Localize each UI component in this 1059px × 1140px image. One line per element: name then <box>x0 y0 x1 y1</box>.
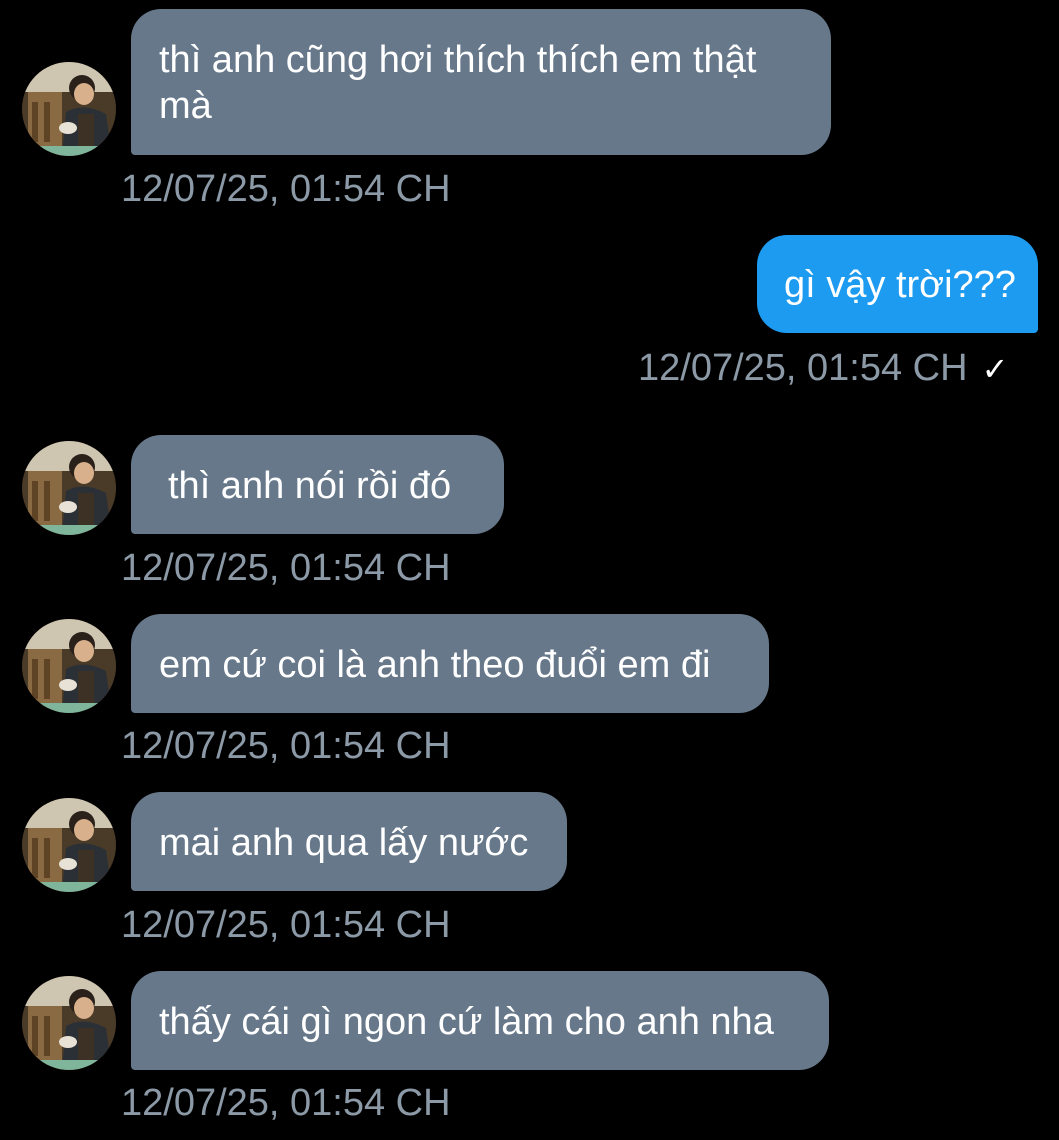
incoming-message-bubble[interactable]: thì anh cũng hơi thích thích em thật mà <box>131 9 831 155</box>
avatar-photo-icon <box>22 976 116 1070</box>
message-text: gì vậy trời??? <box>784 264 1016 306</box>
incoming-message-bubble[interactable]: em cứ coi là anh theo đuổi em đi <box>131 614 769 713</box>
avatar[interactable] <box>22 619 116 713</box>
message-timestamp: 12/07/25, 01:54 CH <box>121 168 451 210</box>
avatar-photo-icon <box>22 798 116 892</box>
message-timestamp: 12/07/25, 01:54 CH <box>638 347 968 389</box>
message-text: thì anh nói rồi đó <box>168 465 452 507</box>
message-timestamp: 12/07/25, 01:54 CH <box>121 1082 451 1124</box>
message-text: em cứ coi là anh theo đuổi em đi <box>159 644 711 686</box>
message-timestamp: 12/07/25, 01:54 CH <box>121 725 451 767</box>
message-timestamp: 12/07/25, 01:54 CH <box>121 904 451 946</box>
check-icon: ✓ <box>981 351 1009 387</box>
message-text: thấy cái gì ngon cứ làm cho anh nha <box>159 1001 774 1043</box>
incoming-message-bubble[interactable]: thì anh nói rồi đó <box>131 435 504 534</box>
avatar[interactable] <box>22 798 116 892</box>
message-timestamp: 12/07/25, 01:54 CH <box>121 547 451 589</box>
avatar-photo-icon <box>22 441 116 535</box>
message-timestamp-row: 12/07/25, 01:54 CH ✓ <box>638 345 1008 392</box>
chat-thread: thì anh cũng hơi thích thích em thật mà … <box>0 0 1059 1140</box>
avatar[interactable] <box>22 976 116 1070</box>
avatar-photo-icon <box>22 62 116 156</box>
incoming-message-bubble[interactable]: thấy cái gì ngon cứ làm cho anh nha <box>131 971 829 1070</box>
avatar[interactable] <box>22 62 116 156</box>
message-text-line: mà <box>159 85 212 127</box>
avatar-photo-icon <box>22 619 116 713</box>
outgoing-message-bubble[interactable]: gì vậy trời??? <box>757 235 1038 333</box>
message-text-line: thì anh cũng hơi thích thích em thật <box>159 39 757 81</box>
incoming-message-bubble[interactable]: mai anh qua lấy nước <box>131 792 567 891</box>
message-text: mai anh qua lấy nước <box>159 822 529 864</box>
avatar[interactable] <box>22 441 116 535</box>
